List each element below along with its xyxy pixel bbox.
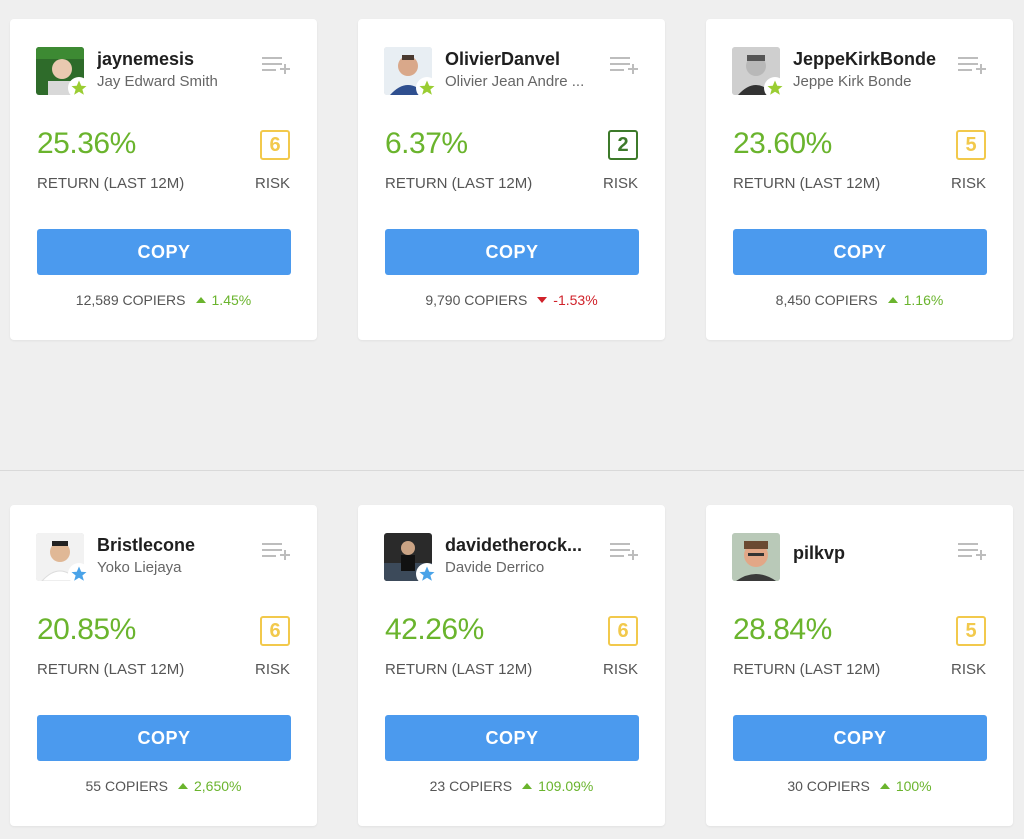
trader-card: Bristlecone Yoko Liejaya 20.85% RETURN (… (10, 505, 317, 826)
risk-label: RISK (254, 175, 290, 192)
full-name: Jay Edward Smith (97, 73, 218, 90)
star-badge (416, 77, 438, 99)
star-icon (419, 80, 435, 95)
full-name: Jeppe Kirk Bonde (793, 73, 912, 90)
copiers-count: 23 COPIERS (429, 778, 513, 794)
risk-label: RISK (602, 661, 638, 678)
add-to-list-icon[interactable] (610, 541, 640, 561)
star-icon (767, 80, 783, 95)
username[interactable]: OlivierDanvel (445, 49, 560, 70)
return-label: RETURN (LAST 12M) (385, 175, 533, 192)
risk-label: RISK (602, 175, 638, 192)
return-value: 6.37% (385, 127, 468, 160)
star-icon (71, 80, 87, 95)
risk-score-badge: 5 (956, 130, 986, 160)
copiers-change-value: 2,650% (194, 778, 242, 794)
full-name: Davide Derrico (445, 559, 545, 576)
return-value: 25.36% (37, 127, 136, 160)
copiers-count: 9,790 COPIERS (425, 292, 528, 308)
copiers-row: 9,790 COPIERS -1.53% (358, 292, 665, 308)
copiers-change-value: -1.53% (553, 292, 598, 308)
return-label: RETURN (LAST 12M) (733, 175, 881, 192)
copiers-change-value: 109.09% (538, 778, 594, 794)
copiers-row: 8,450 COPIERS 1.16% (706, 292, 1013, 308)
risk-score-badge: 6 (260, 616, 290, 646)
copiers-count: 55 COPIERS (85, 778, 168, 794)
trader-card: jaynemesis Jay Edward Smith 25.36% RETUR… (10, 19, 317, 340)
risk-label: RISK (950, 175, 986, 192)
copiers-change: 1.16% (887, 292, 944, 308)
copiers-change: 100% (879, 778, 932, 794)
arrow-up-icon (522, 783, 533, 789)
copy-button[interactable]: COPY (37, 715, 291, 761)
add-to-list-icon[interactable] (610, 55, 640, 75)
return-value: 42.26% (385, 613, 484, 646)
star-badge (68, 77, 90, 99)
avatar-image (732, 533, 780, 581)
copiers-count: 30 COPIERS (787, 778, 870, 794)
copy-button[interactable]: COPY (733, 715, 987, 761)
risk-label: RISK (254, 661, 290, 678)
risk-score-badge: 6 (608, 616, 638, 646)
add-to-list-icon[interactable] (262, 55, 292, 75)
username[interactable]: pilkvp (793, 543, 845, 564)
arrow-up-icon (887, 297, 898, 303)
risk-label: RISK (950, 661, 986, 678)
copiers-change-value: 100% (895, 778, 932, 794)
username[interactable]: Bristlecone (97, 535, 195, 556)
arrow-up-icon (879, 783, 890, 789)
add-to-list-icon[interactable] (262, 541, 292, 561)
star-badge (416, 563, 438, 585)
trader-card: JeppeKirkBonde Jeppe Kirk Bonde 23.60% R… (706, 19, 1013, 340)
copy-button[interactable]: COPY (37, 229, 291, 275)
trader-card: OlivierDanvel Olivier Jean Andre ... 6.3… (358, 19, 665, 340)
avatar[interactable] (732, 533, 780, 581)
copiers-row: 30 COPIERS 100% (706, 778, 1013, 794)
arrow-up-icon (195, 297, 206, 303)
star-icon (71, 566, 87, 581)
username[interactable]: jaynemesis (97, 49, 194, 70)
copy-button[interactable]: COPY (385, 715, 639, 761)
copiers-change-value: 1.16% (903, 292, 944, 308)
copy-button[interactable]: COPY (733, 229, 987, 275)
return-value: 23.60% (733, 127, 832, 160)
copy-people-grid: jaynemesis Jay Edward Smith 25.36% RETUR… (0, 0, 1024, 839)
full-name: Olivier Jean Andre ... (445, 73, 585, 90)
return-label: RETURN (LAST 12M) (37, 175, 185, 192)
full-name: Yoko Liejaya (97, 559, 182, 576)
copiers-change: 1.45% (195, 292, 252, 308)
username[interactable]: JeppeKirkBonde (793, 49, 936, 70)
return-value: 28.84% (733, 613, 832, 646)
copiers-change: -1.53% (537, 292, 598, 308)
return-label: RETURN (LAST 12M) (37, 661, 185, 678)
arrow-down-icon (537, 297, 548, 303)
risk-score-badge: 6 (260, 130, 290, 160)
star-badge (68, 563, 90, 585)
risk-score-badge: 5 (956, 616, 986, 646)
add-to-list-icon[interactable] (958, 55, 988, 75)
trader-card: davidetherock... Davide Derrico 42.26% R… (358, 505, 665, 826)
copiers-change: 109.09% (522, 778, 593, 794)
copiers-change-value: 1.45% (211, 292, 252, 308)
copiers-row: 55 COPIERS 2,650% (10, 778, 317, 794)
section-divider (0, 470, 1024, 471)
return-value: 20.85% (37, 613, 136, 646)
risk-score-badge: 2 (608, 130, 638, 160)
add-to-list-icon[interactable] (958, 541, 988, 561)
username[interactable]: davidetherock... (445, 535, 582, 556)
arrow-up-icon (178, 783, 188, 789)
copy-button[interactable]: COPY (385, 229, 639, 275)
copiers-count: 12,589 COPIERS (75, 292, 186, 308)
copiers-count: 8,450 COPIERS (775, 292, 878, 308)
copiers-row: 23 COPIERS 109.09% (358, 778, 665, 794)
return-label: RETURN (LAST 12M) (385, 661, 533, 678)
star-icon (419, 566, 435, 581)
copiers-row: 12,589 COPIERS 1.45% (10, 292, 317, 308)
copiers-change: 2,650% (178, 778, 241, 794)
star-badge (764, 77, 786, 99)
return-label: RETURN (LAST 12M) (733, 661, 881, 678)
trader-card: pilkvp 28.84% RETURN (LAST 12M) 5 RISK C… (706, 505, 1013, 826)
